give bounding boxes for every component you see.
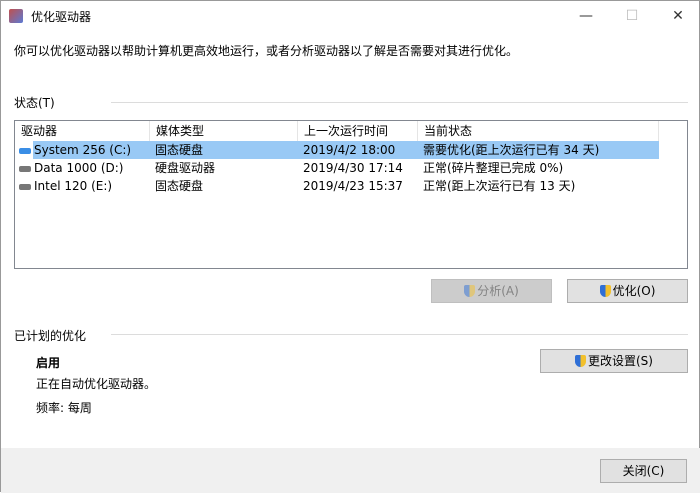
- maximize-button[interactable]: ☐: [609, 1, 655, 31]
- analyze-label: 分析(A): [477, 284, 519, 298]
- table-row[interactable]: Intel 120 (E:) 固态硬盘 2019/4/23 15:37 正常(距…: [15, 177, 659, 195]
- ssd-drive-icon: [19, 148, 31, 154]
- drive-name: System 256 (C:): [34, 143, 132, 157]
- title-bar: 优化驱动器 — ☐ ✕: [1, 1, 700, 31]
- media-type: 硬盘驱动器: [155, 161, 216, 175]
- table-row[interactable]: Data 1000 (D:) 硬盘驱动器 2019/4/30 17:14 正常(…: [15, 159, 659, 177]
- shield-icon: [464, 285, 476, 297]
- drive-list[interactable]: 驱动器 媒体类型 上一次运行时间 当前状态 System 256 (C:) 固态…: [14, 120, 688, 269]
- hdd-drive-icon: [19, 166, 31, 172]
- shield-icon: [575, 355, 586, 367]
- table-row[interactable]: System 256 (C:) 固态硬盘 2019/4/2 18:00 需要优化…: [15, 141, 659, 159]
- current-state: 正常(碎片整理已完成 0%): [423, 161, 564, 175]
- column-header-drive[interactable]: 驱动器: [15, 121, 150, 141]
- window-title: 优化驱动器: [31, 10, 92, 24]
- optimize-button[interactable]: 优化(O): [567, 279, 688, 303]
- drive-name: Data 1000 (D:): [34, 161, 124, 175]
- close-window-button[interactable]: ✕: [655, 1, 700, 31]
- last-run: 2019/4/23 15:37: [303, 179, 403, 193]
- minimize-button[interactable]: —: [563, 1, 609, 31]
- column-header-last-run[interactable]: 上一次运行时间: [298, 121, 418, 141]
- current-state: 需要优化(距上次运行已有 34 天): [423, 143, 600, 157]
- defrag-app-icon: [9, 9, 23, 23]
- schedule-state: 启用: [36, 356, 61, 370]
- ssd-drive-icon: [19, 184, 31, 190]
- column-header-state[interactable]: 当前状态: [418, 121, 659, 141]
- schedule-detail: 正在自动优化驱动器。: [36, 377, 157, 391]
- shield-icon: [599, 285, 611, 297]
- change-settings-button[interactable]: 更改设置(S): [540, 349, 688, 373]
- last-run: 2019/4/30 17:14: [303, 161, 403, 175]
- description: 你可以优化驱动器以帮助计算机更高效地运行，或者分析驱动器以了解是否需要对其进行优…: [14, 44, 519, 58]
- divider: [111, 334, 688, 335]
- close-button[interactable]: 关闭(C): [600, 459, 687, 483]
- media-type: 固态硬盘: [155, 179, 204, 193]
- media-type: 固态硬盘: [155, 143, 204, 157]
- analyze-button[interactable]: 分析(A): [431, 279, 552, 303]
- schedule-frequency: 频率: 每周: [36, 401, 92, 415]
- drive-name: Intel 120 (E:): [34, 179, 113, 193]
- change-settings-label: 更改设置(S): [588, 354, 653, 368]
- scheduled-label: 已计划的优化: [14, 329, 87, 343]
- status-label: 状态(T): [14, 96, 55, 110]
- optimize-label: 优化(O): [612, 284, 656, 298]
- divider: [111, 102, 688, 103]
- last-run: 2019/4/2 18:00: [303, 143, 396, 157]
- footer: 关闭(C): [1, 448, 700, 493]
- current-state: 正常(距上次运行已有 13 天): [423, 179, 576, 193]
- column-header-media[interactable]: 媒体类型: [150, 121, 298, 141]
